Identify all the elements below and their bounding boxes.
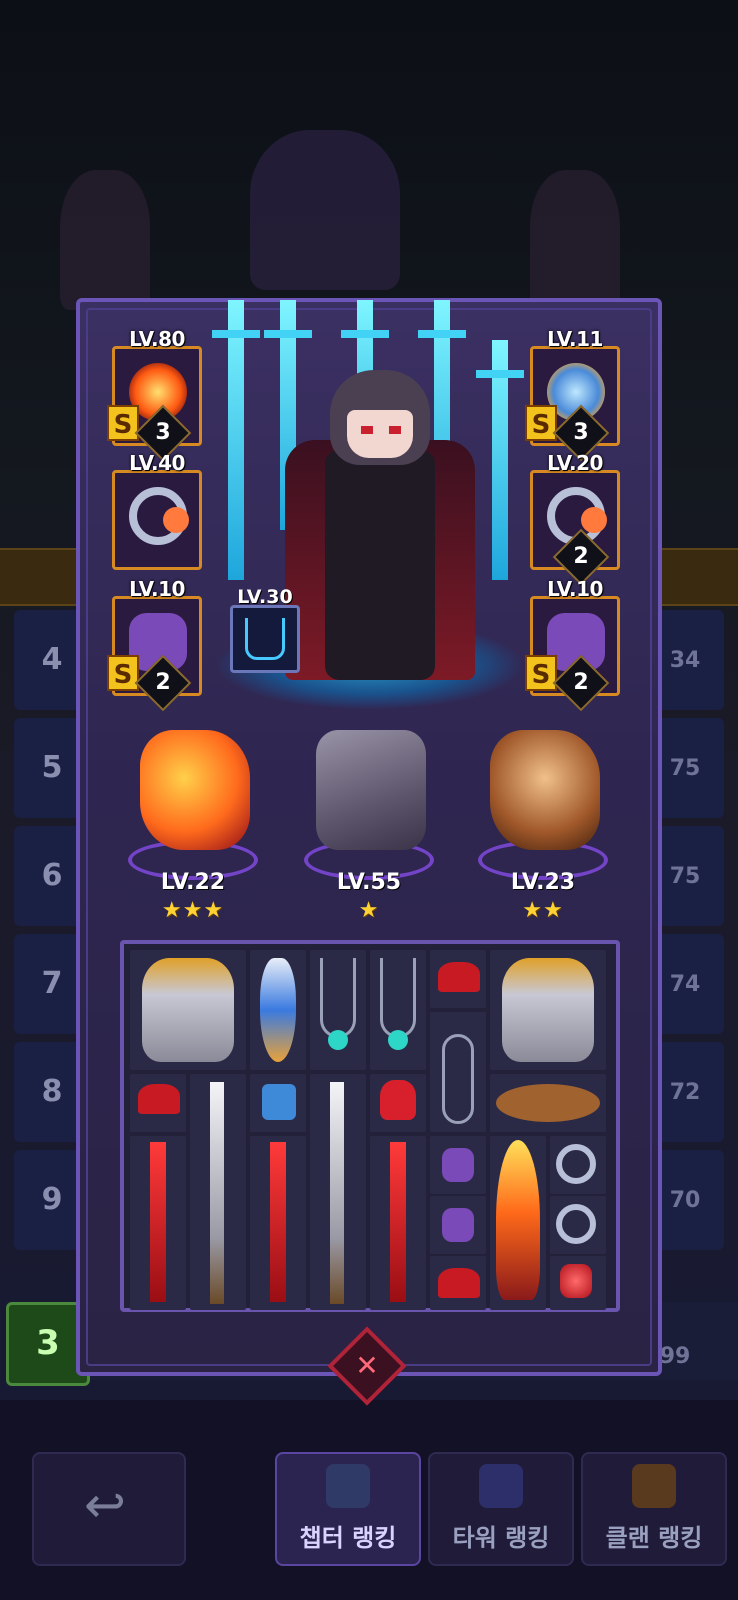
purple-gauntlet-icon: [442, 1208, 474, 1242]
necklace-gem: [388, 1030, 408, 1050]
bg-rank-number: 9: [41, 1182, 63, 1217]
necklace-gem: [328, 1030, 348, 1050]
tower-ranking-icon: [479, 1464, 523, 1508]
pet-stars: ★: [358, 898, 380, 923]
skill-level: LV.30: [237, 586, 293, 608]
red-sword-icon: [390, 1142, 406, 1302]
tab-tower-ranking[interactable]: 타워 랭킹: [428, 1452, 574, 1566]
equipment-level: LV.10: [129, 577, 185, 601]
pet-stars: ★★: [522, 898, 564, 923]
equipment-level: LV.10: [547, 577, 603, 601]
armor-icon: [142, 958, 234, 1062]
necklace-icon: [320, 958, 356, 1038]
warrior-pet-icon: [490, 730, 600, 850]
equipment-slot-right-1[interactable]: LV.11 S 3: [525, 327, 620, 462]
bg-character-center: [250, 130, 400, 290]
equipment-level: LV.20: [547, 451, 603, 475]
grade-badge: S: [107, 405, 139, 441]
hero-character: [285, 360, 475, 690]
equipment-level: LV.80: [129, 327, 185, 351]
tab-chapter-ranking[interactable]: 챕터 랭킹: [275, 1452, 421, 1566]
close-icon: ✕: [355, 1349, 379, 1382]
red-gem-icon: [560, 1264, 592, 1298]
grade-badge: S: [107, 655, 139, 691]
red-cloth-icon: [138, 1084, 180, 1114]
sword-icon: [476, 340, 524, 580]
tab-label: 타워 랭킹: [452, 1524, 550, 1552]
pet-stars: ★★★: [161, 898, 225, 923]
blue-boots-icon: [262, 1084, 296, 1120]
pet-slot-2[interactable]: LV.55 ★: [294, 720, 444, 930]
chapter-ranking-icon: [326, 1464, 370, 1508]
equipment-slot-left-1[interactable]: LV.80 S 3: [107, 327, 202, 462]
bg-character-left: [60, 170, 150, 310]
grade-badge: S: [525, 655, 557, 691]
ring-icon: [556, 1204, 596, 1244]
equipment-slot-left-2[interactable]: LV.40: [112, 451, 202, 570]
bg-rank-number: 5: [41, 750, 63, 785]
sword-summon-icon: [245, 618, 285, 660]
tab-clan-ranking[interactable]: 클랜 랭킹: [581, 1452, 727, 1566]
red-sword-icon: [270, 1142, 286, 1302]
back-button[interactable]: ↩: [32, 1452, 186, 1566]
wooden-shield-icon: [496, 1084, 600, 1122]
bg-rank-number: 7: [41, 966, 63, 1001]
red-cloth-icon: [438, 1268, 480, 1298]
red-glove-icon: [380, 1080, 416, 1120]
equipment-level: LV.40: [129, 451, 185, 475]
equipment-level: LV.11: [547, 327, 603, 351]
back-arrow-icon: ↩: [84, 1476, 126, 1534]
silver-sword-icon: [330, 1082, 344, 1304]
bg-character-right: [530, 170, 620, 310]
silver-sword-icon: [210, 1082, 224, 1304]
fire-fox-icon: [140, 730, 250, 850]
purple-gauntlet-icon: [442, 1148, 474, 1182]
ring-gem: [581, 507, 607, 533]
skill-slot[interactable]: LV.30: [230, 586, 300, 673]
flame-torch-icon: [496, 1140, 540, 1300]
ring-gem: [163, 507, 189, 533]
ring-icon: [556, 1144, 596, 1184]
equipment-slot-right-3[interactable]: LV.10 S 2: [525, 577, 620, 712]
bg-rank-number: 6: [41, 858, 63, 893]
clan-ranking-icon: [632, 1464, 676, 1508]
grade-badge: S: [525, 405, 557, 441]
pet-slot-3[interactable]: LV.23 ★★: [468, 720, 618, 930]
red-cloth-icon: [438, 962, 480, 992]
tab-label: 챕터 랭킹: [299, 1524, 397, 1552]
sword-icon: [212, 300, 260, 580]
pet-slot-1[interactable]: LV.22 ★★★: [118, 720, 268, 930]
pet-level: LV.22: [160, 870, 226, 895]
pet-level: LV.23: [510, 870, 576, 895]
tab-label: 클랜 랭킹: [605, 1524, 703, 1552]
necklace-icon: [380, 958, 416, 1038]
cannon-icon: [316, 730, 426, 850]
necklace-icon: [442, 1034, 474, 1124]
red-sword-icon: [150, 1142, 166, 1302]
crystal-shield-icon: [260, 958, 296, 1062]
equipment-slot-left-3[interactable]: LV.10 S 2: [107, 577, 202, 712]
bg-rank-number: 4: [41, 642, 63, 677]
armor-icon: [502, 958, 594, 1062]
inventory-grid: [120, 940, 620, 1312]
bg-rank-number: 8: [41, 1074, 63, 1109]
equipment-slot-right-2[interactable]: LV.20 2: [530, 451, 620, 586]
pet-level: LV.55: [336, 870, 402, 895]
